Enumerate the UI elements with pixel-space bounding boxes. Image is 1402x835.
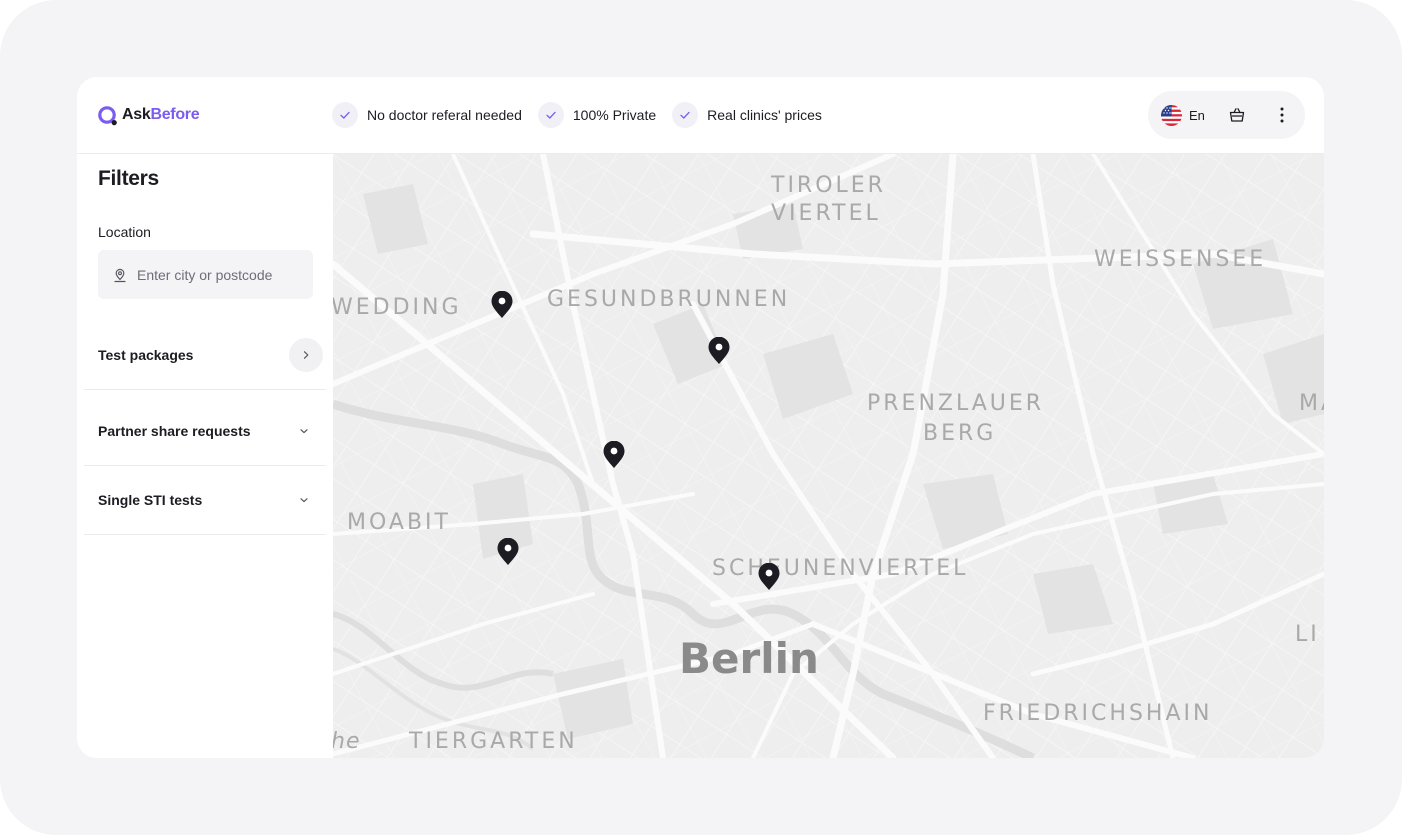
us-flag-icon (1161, 104, 1182, 126)
basket-icon (1229, 108, 1245, 122)
more-vertical-icon (1280, 107, 1284, 123)
map-label-scheunenviertel: SCHEUNENVIERTEL (712, 556, 968, 581)
check-icon (537, 102, 564, 128)
brand-logo[interactable]: AskBefore (97, 104, 200, 126)
check-icon (672, 102, 699, 128)
map-label-wedding: WEDDING (333, 295, 462, 320)
feature-list: No doctor referal needed 100% Private Re… (332, 101, 822, 129)
clinic-map[interactable]: TIROLER VIERTEL WEISSENSEE WEDDING GESUN… (333, 154, 1324, 758)
location-pin-icon (112, 267, 128, 283)
filters-title: Filters (98, 167, 159, 190)
filter-label: Single STI tests (98, 491, 203, 508)
top-bar: AskBefore No doctor referal needed 100% … (77, 77, 1324, 154)
map-label-tiroler: TIROLER (770, 173, 886, 198)
main-card: AskBefore No doctor referal needed 100% … (77, 77, 1324, 758)
map-label-moabit: MOABIT (347, 510, 451, 535)
feature-item: 100% Private (537, 101, 657, 129)
map-label-li: LI (1295, 622, 1320, 647)
brand-name: AskBefore (122, 106, 200, 124)
map-label-prenzlauer: PRENZLAUER (867, 391, 1044, 416)
check-icon (332, 102, 358, 128)
map-label-he: he (333, 729, 360, 754)
map-label-gesundbrunnen: GESUNDBRUNNEN (547, 287, 790, 312)
map-label-weissensee: WEISSENSEE (1094, 247, 1266, 272)
filters-sidebar: Filters Location Test packages (77, 154, 334, 758)
feature-label: No doctor referal needed (367, 107, 522, 123)
map-label-ma: MA (1299, 391, 1324, 416)
app-frame: AskBefore No doctor referal needed 100% … (0, 0, 1402, 835)
feature-item: No doctor referal needed (332, 101, 522, 129)
chevron-down-icon[interactable] (294, 490, 314, 510)
more-menu-button[interactable] (1272, 105, 1292, 125)
location-search-input[interactable] (135, 265, 309, 284)
feature-item: Real clinics' prices (672, 101, 822, 129)
map-canvas[interactable]: TIROLER VIERTEL WEISSENSEE WEDDING GESUN… (333, 154, 1324, 758)
filter-partner-share-requests[interactable]: Partner share requests (84, 396, 326, 466)
location-search-box[interactable] (98, 250, 313, 299)
chevron-down-icon[interactable] (294, 421, 314, 441)
header-controls: En (1148, 91, 1305, 139)
language-selector[interactable]: En (1161, 104, 1205, 126)
language-label: En (1189, 107, 1205, 123)
map-label-berlin: Berlin (679, 634, 819, 683)
feature-label: Real clinics' prices (707, 107, 822, 123)
filter-label: Test packages (98, 346, 194, 363)
map-label-tiergarten: TIERGARTEN (408, 729, 578, 754)
brand-name-part1: Ask (122, 106, 151, 123)
brand-name-part2: Before (150, 106, 200, 123)
feature-label: 100% Private (572, 107, 657, 123)
map-label-berg: BERG (923, 421, 996, 446)
map-label-friedrichshain: FRIEDRICHSHAIN (983, 701, 1212, 726)
filter-single-sti-tests[interactable]: Single STI tests (84, 465, 326, 535)
chevron-right-icon[interactable] (289, 337, 323, 372)
map-label-viertel: VIERTEL (771, 201, 881, 226)
basket-button[interactable] (1227, 105, 1247, 125)
filter-test-packages[interactable]: Test packages (84, 320, 326, 390)
location-label: Location (98, 224, 151, 240)
logo-icon (97, 105, 118, 126)
filter-label: Partner share requests (98, 422, 251, 439)
